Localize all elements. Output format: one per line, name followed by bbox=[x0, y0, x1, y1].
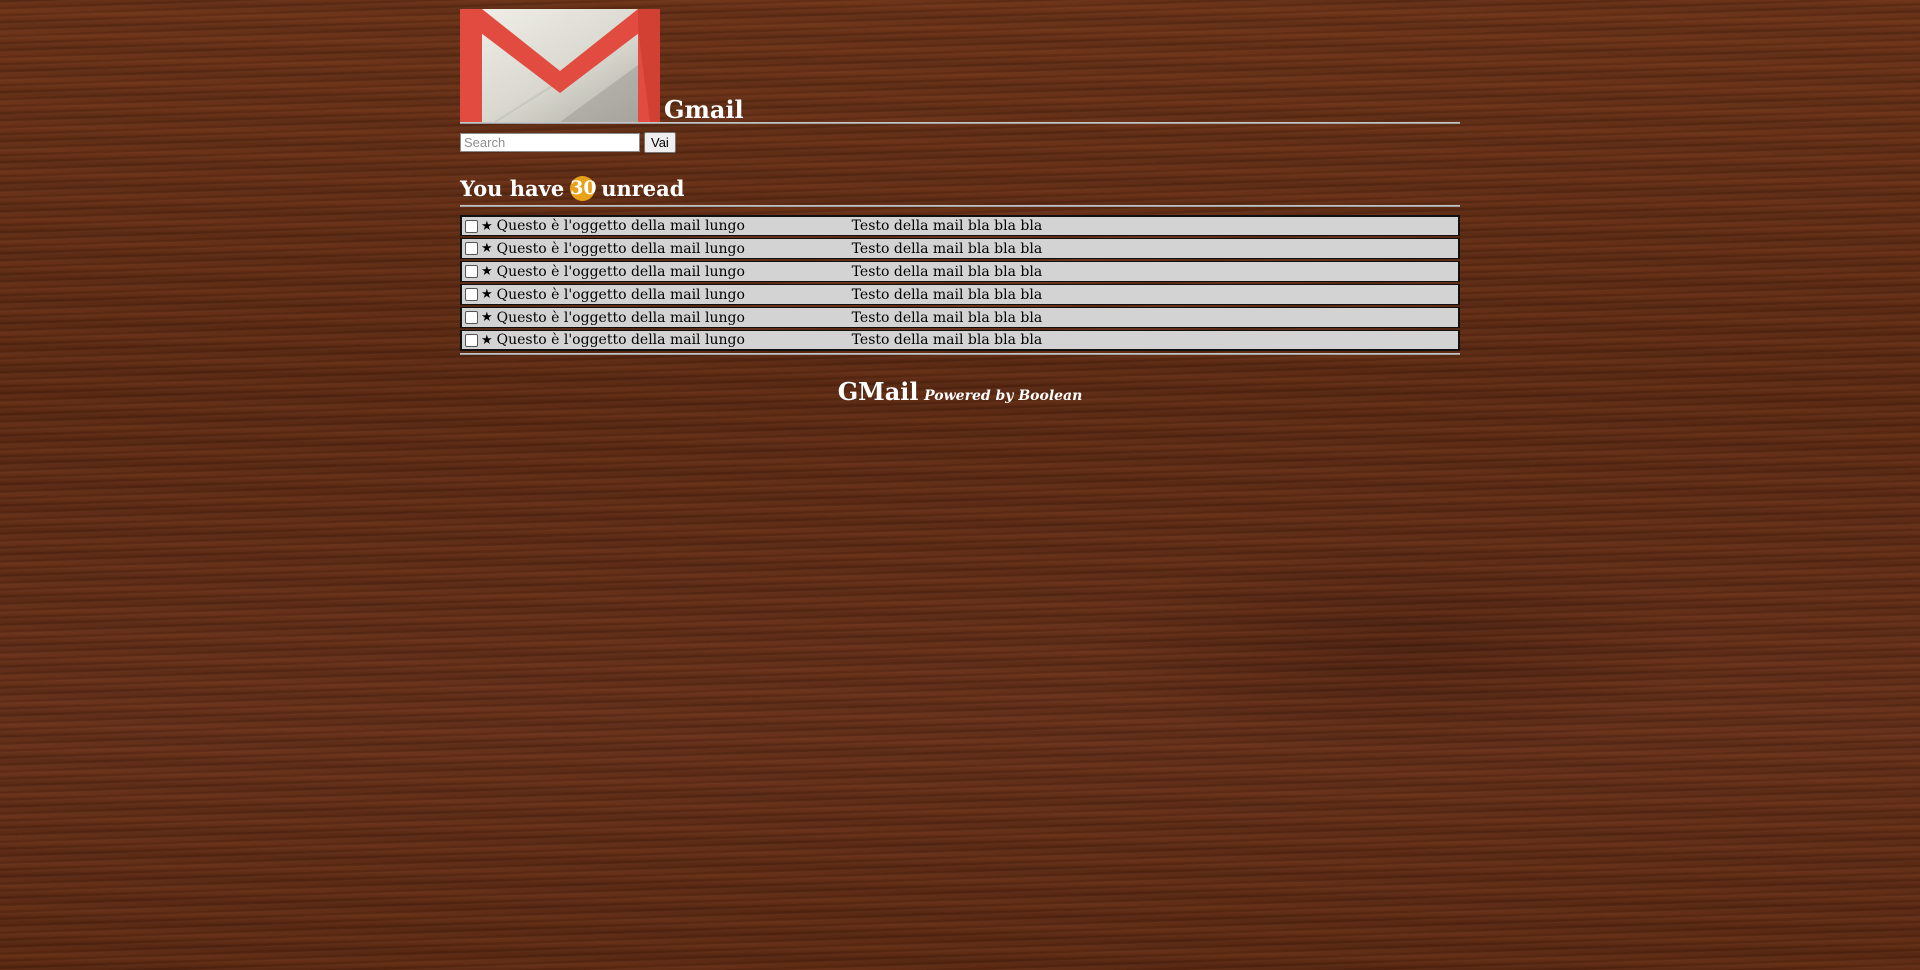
mail-subject[interactable]: Questo è l'oggetto della mail lungo bbox=[497, 310, 852, 326]
gmail-envelope-icon bbox=[460, 9, 660, 122]
mail-checkbox[interactable] bbox=[465, 333, 478, 347]
mail-checkbox[interactable] bbox=[465, 265, 478, 278]
mail-checkbox[interactable] bbox=[465, 242, 478, 255]
star-icon[interactable]: ★ bbox=[481, 241, 493, 256]
list-divider-top bbox=[460, 205, 1460, 207]
mail-snippet[interactable]: Testo della mail bla bla bla bbox=[852, 218, 1043, 234]
mail-row[interactable]: ★ Questo è l'oggetto della mail lungo Te… bbox=[460, 307, 1460, 328]
mail-snippet[interactable]: Testo della mail bla bla bla bbox=[852, 332, 1043, 348]
star-icon[interactable]: ★ bbox=[481, 264, 493, 279]
mail-row[interactable]: ★ Questo è l'oggetto della mail lungo Te… bbox=[460, 330, 1460, 351]
header: Gmail bbox=[460, 7, 1460, 124]
mail-row[interactable]: ★ Questo è l'oggetto della mail lungo Te… bbox=[460, 261, 1460, 282]
mail-subject[interactable]: Questo è l'oggetto della mail lungo bbox=[497, 332, 852, 348]
mail-snippet[interactable]: Testo della mail bla bla bla bbox=[852, 264, 1043, 280]
unread-prefix: You have bbox=[460, 175, 565, 201]
mail-row[interactable]: ★ Questo è l'oggetto della mail lungo Te… bbox=[460, 215, 1460, 236]
footer: GMail Powered by Boolean bbox=[460, 377, 1460, 406]
list-divider-bottom bbox=[460, 353, 1460, 355]
mail-subject[interactable]: Questo è l'oggetto della mail lungo bbox=[497, 287, 852, 303]
star-icon[interactable]: ★ bbox=[481, 219, 493, 234]
mail-checkbox[interactable] bbox=[465, 219, 478, 233]
footer-brand: GMail bbox=[837, 377, 919, 406]
mail-subject[interactable]: Questo è l'oggetto della mail lungo bbox=[497, 218, 852, 234]
mail-snippet[interactable]: Testo della mail bla bla bla bbox=[852, 287, 1043, 303]
search-input[interactable] bbox=[460, 133, 640, 152]
mail-row[interactable]: ★ Questo è l'oggetto della mail lungo Te… bbox=[460, 284, 1460, 305]
mail-subject[interactable]: Questo è l'oggetto della mail lungo bbox=[497, 241, 852, 257]
star-icon[interactable]: ★ bbox=[481, 287, 493, 302]
star-icon[interactable]: ★ bbox=[481, 333, 493, 348]
mail-list: ★ Questo è l'oggetto della mail lungo Te… bbox=[460, 215, 1460, 351]
star-icon[interactable]: ★ bbox=[481, 310, 493, 325]
mail-row[interactable]: ★ Questo è l'oggetto della mail lungo Te… bbox=[460, 238, 1460, 259]
page-container: Gmail Vai You have 30 unread ★ Questo è … bbox=[460, 7, 1460, 406]
header-divider bbox=[460, 122, 1460, 124]
unread-suffix: unread bbox=[601, 175, 685, 201]
mail-snippet[interactable]: Testo della mail bla bla bla bbox=[852, 241, 1043, 257]
unread-summary: You have 30 unread bbox=[460, 171, 1460, 205]
mail-checkbox[interactable] bbox=[465, 311, 478, 324]
unread-count-badge: 30 bbox=[570, 175, 597, 201]
search-bar: Vai bbox=[460, 132, 1460, 153]
mail-subject[interactable]: Questo è l'oggetto della mail lungo bbox=[497, 264, 852, 280]
mail-checkbox[interactable] bbox=[465, 288, 478, 301]
search-button[interactable]: Vai bbox=[644, 132, 676, 153]
mail-snippet[interactable]: Testo della mail bla bla bla bbox=[852, 310, 1043, 326]
footer-powered-by: Powered by Boolean bbox=[924, 388, 1083, 404]
brand-title: Gmail bbox=[664, 95, 744, 124]
